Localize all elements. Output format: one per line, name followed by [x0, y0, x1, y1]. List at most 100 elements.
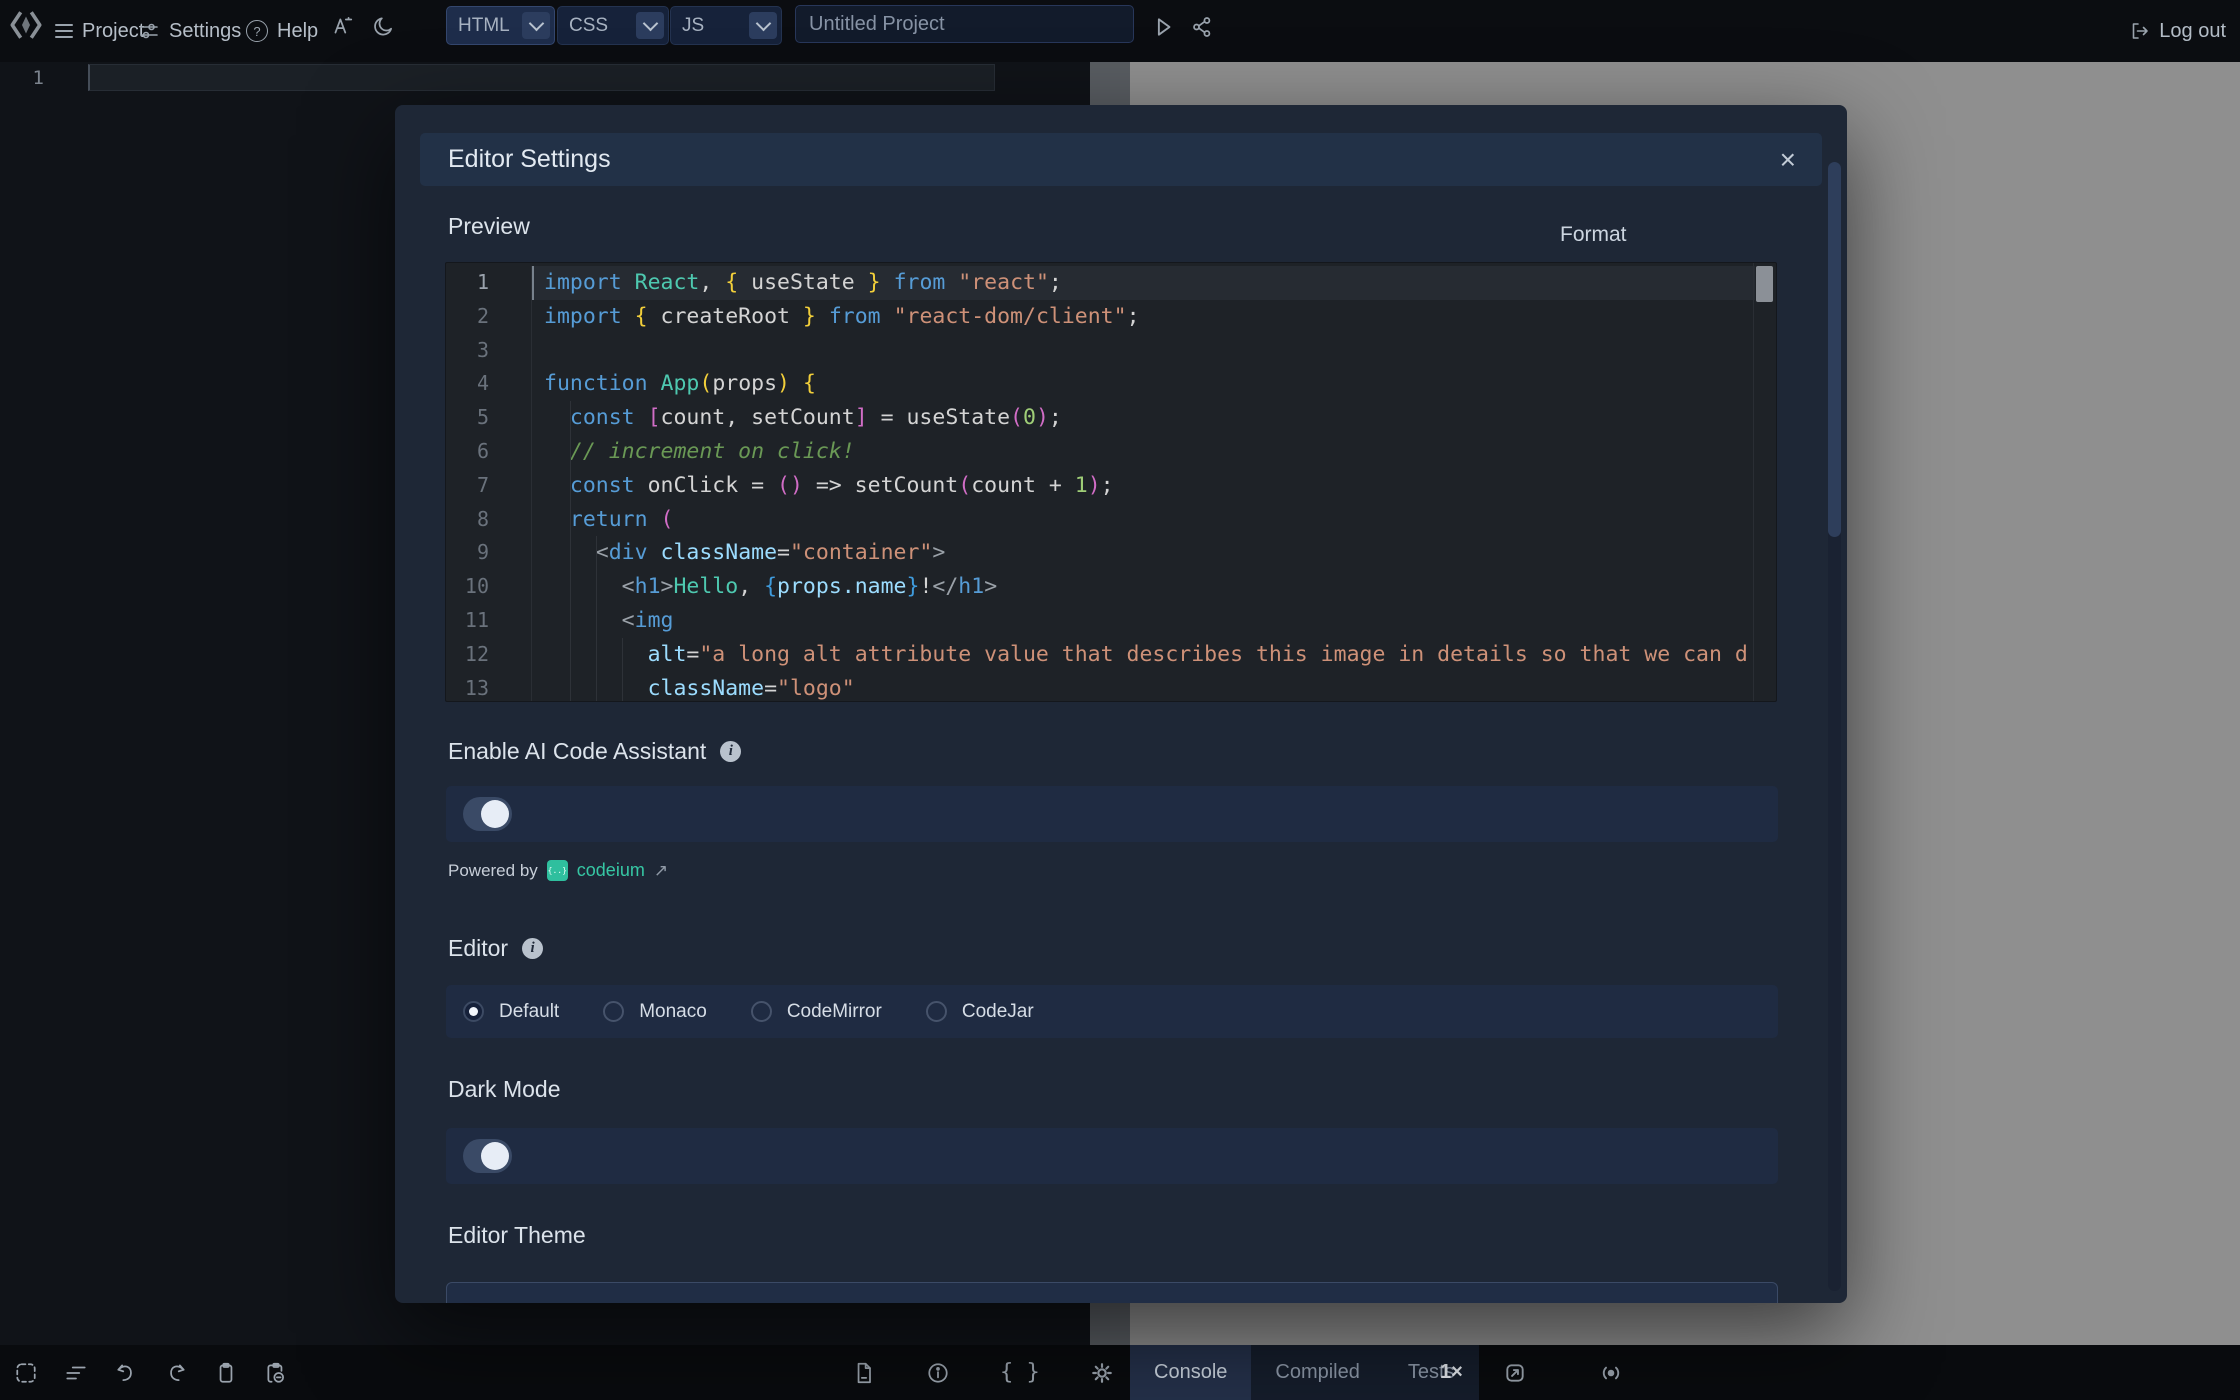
braces-icon[interactable]: { }: [1000, 1360, 1040, 1385]
code-line-1[interactable]: 1import React, { useState } from "react"…: [446, 266, 1755, 300]
powered-by-label: Powered by: [448, 861, 538, 881]
ai-assistant-toggle[interactable]: [463, 797, 512, 831]
logout-button[interactable]: Log out: [2129, 0, 2226, 62]
radio-option-default[interactable]: Default: [463, 1001, 559, 1023]
css-select-chevron-button[interactable]: [636, 12, 664, 39]
editor-active-line[interactable]: [88, 64, 995, 91]
radio-unselected-icon: [926, 1001, 947, 1022]
logout-icon: [2129, 20, 2151, 42]
line-number: 8: [446, 503, 532, 537]
bottom-center-toolbar: { }: [852, 1345, 1114, 1400]
top-bar: Project Settings ? Help HTML CSS JS: [0, 0, 2240, 63]
live-broadcast-icon[interactable]: [1598, 1360, 1624, 1386]
ai-assistant-heading: Enable AI Code Assistant i: [448, 738, 741, 765]
modal-header: Editor Settings ×: [420, 133, 1822, 186]
zoom-level[interactable]: 1×: [1440, 1345, 1463, 1400]
project-title-input[interactable]: Untitled Project: [795, 5, 1134, 43]
run-button[interactable]: [1150, 14, 1176, 40]
menu-settings[interactable]: Settings: [138, 0, 241, 62]
css-pane-select[interactable]: CSS: [557, 6, 669, 45]
undo-icon[interactable]: [114, 1361, 138, 1385]
radio-unselected-icon: [751, 1001, 772, 1022]
line-number: 3: [446, 334, 532, 368]
tab-console[interactable]: Console: [1130, 1345, 1251, 1400]
code-text: className="logo": [532, 672, 1755, 702]
radio-option-monaco[interactable]: Monaco: [603, 1001, 707, 1023]
tab-compiled[interactable]: Compiled: [1251, 1345, 1383, 1400]
chevron-down-icon: [528, 16, 544, 32]
codeium-link[interactable]: codeium: [577, 860, 645, 881]
radio-option-codemirror[interactable]: CodeMirror: [751, 1001, 882, 1023]
js-pane-select[interactable]: JS: [670, 6, 782, 45]
modal-scrollbar-thumb[interactable]: [1828, 162, 1841, 537]
menu-project[interactable]: Project: [55, 0, 144, 62]
app-screen: Project Settings ? Help HTML CSS JS: [0, 0, 2240, 1400]
line-number: 11: [446, 604, 532, 638]
paste-replace-icon[interactable]: [264, 1361, 288, 1385]
external-link-arrow-icon: ↗: [654, 861, 668, 881]
share-button[interactable]: [1190, 15, 1214, 39]
code-line-8[interactable]: 8 return (: [446, 503, 1755, 537]
close-icon[interactable]: ×: [1780, 133, 1796, 186]
code-line-9[interactable]: 9 <div className="container">: [446, 536, 1755, 570]
editor-heading: Editor i: [448, 935, 543, 962]
info-icon[interactable]: [926, 1361, 950, 1385]
code-line-5[interactable]: 5 const [count, setCount] = useState(0);: [446, 401, 1755, 435]
dark-mode-toggle[interactable]: [463, 1139, 512, 1173]
paste-icon[interactable]: [214, 1361, 238, 1385]
tab-tests[interactable]: Tests: [1384, 1345, 1479, 1400]
file-link-icon[interactable]: [852, 1361, 876, 1385]
toggle-knob: [481, 1142, 509, 1170]
powered-by: Powered by {..} codeium ↗: [448, 860, 668, 881]
gear-icon[interactable]: [1090, 1361, 1114, 1385]
menu-settings-label: Settings: [169, 20, 241, 43]
code-line-6[interactable]: 6 // increment on click!: [446, 435, 1755, 469]
help-icon: ?: [246, 20, 268, 42]
radio-option-codejar[interactable]: CodeJar: [926, 1001, 1034, 1023]
sliders-icon: [138, 20, 160, 42]
editor-theme-heading: Editor Theme: [448, 1222, 586, 1249]
format-indent-icon[interactable]: [64, 1361, 88, 1385]
code-line-3[interactable]: 3: [446, 334, 1755, 368]
code-line-10[interactable]: 10 <h1>Hello, {props.name}!</h1>: [446, 570, 1755, 604]
editor-theme-select[interactable]: [446, 1282, 1778, 1303]
info-icon[interactable]: i: [522, 938, 543, 959]
menu-help[interactable]: ? Help: [246, 0, 318, 62]
css-select-label: CSS: [569, 15, 636, 37]
radio-label: CodeJar: [962, 1001, 1034, 1023]
code-line-2[interactable]: 2import { createRoot } from "react-dom/c…: [446, 300, 1755, 334]
editor-settings-modal: Editor Settings × Preview Format 1import…: [395, 105, 1847, 1303]
code-preview[interactable]: 1import React, { useState } from "react"…: [445, 262, 1777, 702]
code-text: <img: [532, 604, 1755, 638]
app-logo-icon[interactable]: [8, 7, 44, 43]
line-number: 10: [446, 570, 532, 604]
code-line-12[interactable]: 12 alt="a long alt attribute value that …: [446, 638, 1755, 672]
code-line-4[interactable]: 4function App(props) {: [446, 367, 1755, 401]
toggle-knob: [481, 800, 509, 828]
code-scrollbar-thumb[interactable]: [1756, 266, 1773, 302]
hamburger-icon: [55, 24, 73, 38]
code-line-11[interactable]: 11 <img: [446, 604, 1755, 638]
translate-icon[interactable]: [330, 14, 354, 38]
js-select-chevron-button[interactable]: [749, 12, 777, 39]
select-all-icon[interactable]: [14, 1361, 38, 1385]
radio-unselected-icon: [603, 1001, 624, 1022]
code-line-7[interactable]: 7 const onClick = () => setCount(count +…: [446, 469, 1755, 503]
editor-choice-row: Default Monaco CodeMirror CodeJar: [446, 985, 1778, 1038]
code-line-13[interactable]: 13 className="logo": [446, 672, 1755, 702]
line-number: 4: [446, 367, 532, 401]
project-title-value: Untitled Project: [809, 13, 945, 36]
html-select-chevron-button[interactable]: [522, 12, 550, 39]
ai-assistant-toggle-row: [446, 786, 1778, 842]
codeium-icon: {..}: [547, 860, 568, 881]
info-icon[interactable]: i: [720, 741, 741, 762]
dark-mode-moon-icon[interactable]: [372, 14, 396, 38]
redo-icon[interactable]: [164, 1361, 188, 1385]
console-tab-strip: ConsoleCompiledTests: [1130, 1345, 1479, 1400]
js-select-label: JS: [682, 15, 749, 37]
open-external-icon[interactable]: [1502, 1360, 1528, 1386]
format-button[interactable]: Format: [1560, 223, 1627, 247]
html-pane-select[interactable]: HTML: [446, 6, 555, 45]
html-select-label: HTML: [458, 15, 522, 37]
dark-mode-toggle-row: [446, 1128, 1778, 1184]
